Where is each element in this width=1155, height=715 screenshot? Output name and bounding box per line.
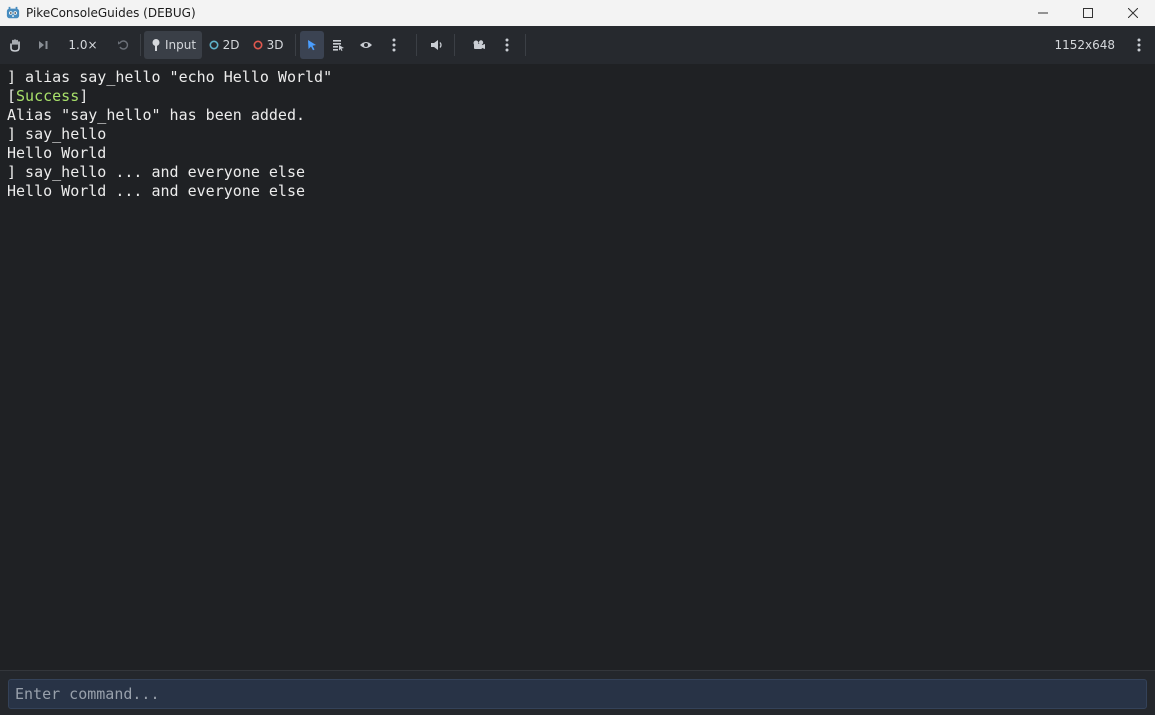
visibility-button[interactable]: [352, 31, 380, 59]
mute-audio-button[interactable]: [426, 31, 448, 59]
window-title: PikeConsoleGuides (DEBUG): [26, 6, 196, 20]
reset-icon: [118, 40, 129, 50]
mode-2d-label: 2D: [222, 38, 240, 52]
eye-icon: [360, 42, 372, 48]
mode-3d-label: 3D: [266, 38, 284, 52]
minimize-icon: [1037, 12, 1048, 14]
title-bar: PikeConsoleGuides (DEBUG): [0, 0, 1155, 26]
kebab-menu-icon: [392, 38, 396, 52]
godot-app-icon: [6, 6, 20, 19]
command-input[interactable]: [8, 679, 1147, 709]
success-text: Success: [16, 87, 80, 105]
console-line: Hello World: [7, 144, 107, 162]
console-line: [Success]: [7, 87, 1148, 106]
console-line: Alias "say_hello" has been added.: [7, 106, 306, 124]
bracket-close: ]: [79, 87, 89, 105]
mode-2d-button[interactable]: 2D: [202, 31, 246, 59]
resolution-label: 1152x648: [1054, 38, 1115, 52]
speaker-icon: [431, 40, 442, 50]
3d-node-icon: [253, 40, 263, 50]
toolbar-divider: [295, 34, 296, 56]
toolbar-divider: [140, 34, 141, 56]
console-line: ] say_hello ... and everyone else: [7, 163, 306, 181]
speed-label: 1.0×: [68, 38, 98, 52]
window-controls: [1020, 0, 1155, 26]
resolution-readout: 1152x648: [1054, 26, 1115, 64]
console-line: ] say_hello: [7, 125, 107, 143]
select-button[interactable]: [300, 31, 324, 59]
input-label: Input: [164, 38, 197, 52]
window-options-menu-button[interactable]: [1133, 31, 1145, 59]
console-output: ] alias say_hello "echo Hello World" [Su…: [0, 64, 1155, 670]
camera-options-menu-button[interactable]: [491, 31, 523, 59]
suspend-button[interactable]: [1, 31, 29, 59]
toolbar-divider: [454, 34, 455, 56]
joystick-icon: [152, 39, 160, 51]
toolbar-divider: [525, 34, 526, 56]
maximize-button[interactable]: [1065, 0, 1110, 26]
view-options-menu-button[interactable]: [380, 31, 408, 59]
2d-node-icon: [209, 40, 219, 50]
command-bar: [0, 670, 1155, 715]
camera-override-button[interactable]: [467, 31, 491, 59]
cursor-arrow-icon: [308, 40, 316, 51]
mode-3d-button[interactable]: 3D: [246, 31, 290, 59]
kebab-menu-icon: [1137, 38, 1141, 52]
debug-toolbar: 1.0× Input 2D 3D 1152x648: [0, 26, 1155, 64]
close-button[interactable]: [1110, 0, 1155, 26]
list-select-button[interactable]: [324, 31, 352, 59]
toolbar-divider: [416, 34, 417, 56]
maximize-icon: [1082, 8, 1093, 18]
minimize-button[interactable]: [1020, 0, 1065, 26]
console-line: ] alias say_hello "echo Hello World": [7, 68, 333, 86]
camera-icon: [473, 40, 485, 49]
next-frame-button[interactable]: [29, 31, 57, 59]
kebab-menu-icon: [505, 38, 509, 52]
pause-hand-icon: [10, 39, 20, 52]
reset-speed-button[interactable]: [109, 31, 137, 59]
speed-button[interactable]: 1.0×: [57, 31, 109, 59]
console-line: Hello World ... and everyone else: [7, 182, 306, 200]
input-button[interactable]: Input: [144, 31, 202, 59]
list-select-icon: [332, 40, 344, 51]
close-icon: [1127, 8, 1138, 18]
next-frame-icon: [39, 41, 48, 49]
bracket-open: [: [7, 87, 17, 105]
